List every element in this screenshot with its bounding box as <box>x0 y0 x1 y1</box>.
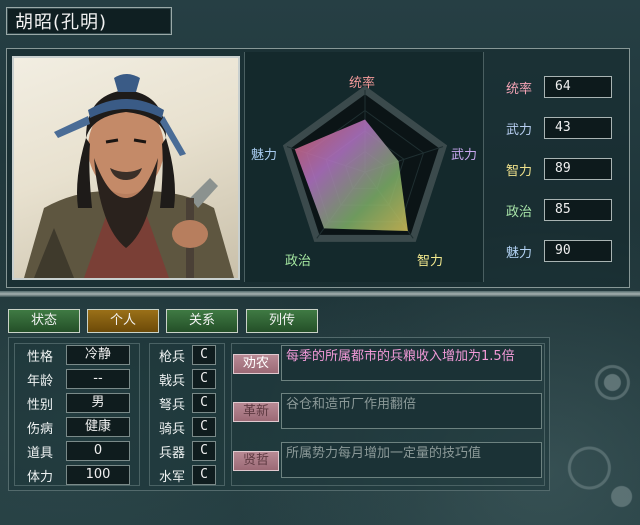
stat-row-intelligence: 智力 89 <box>500 158 612 180</box>
aptitude-row-spear: 枪兵 C <box>152 345 216 365</box>
tab-biography[interactable]: 列传 <box>246 309 318 333</box>
tab-personal[interactable]: 个人 <box>87 309 159 333</box>
stat-label: 智力 <box>505 163 532 179</box>
stat-label: 武力 <box>505 122 532 138</box>
info-value: 冷静 <box>66 345 130 365</box>
decorative-swirl <box>548 335 640 525</box>
aptitude-value: C <box>192 417 216 437</box>
info-value: 健康 <box>66 417 130 437</box>
aptitude-value: C <box>192 465 216 485</box>
officer-name: 胡昭(孔明) <box>6 7 172 35</box>
radar-label-intelligence: 智力 <box>417 254 444 269</box>
stat-row-charm: 魅力 90 <box>500 240 612 262</box>
skill-tag-sage[interactable]: 贤哲 <box>233 451 279 471</box>
stat-label: 魅力 <box>505 245 532 261</box>
info-row-age: 年龄 -- <box>14 369 130 389</box>
info-row-items: 道具 0 <box>14 441 130 461</box>
radar-label-charm: 魅力 <box>251 148 278 163</box>
skill-tag-reform[interactable]: 革新 <box>233 402 279 422</box>
aptitude-row-cavalry: 骑兵 C <box>152 417 216 437</box>
officer-portrait <box>12 56 240 280</box>
info-value: -- <box>66 369 130 389</box>
portrait-illustration <box>24 74 234 278</box>
info-value: 0 <box>66 441 130 461</box>
stat-row-command: 统率 64 <box>500 76 612 98</box>
info-label: 性别 <box>26 397 53 413</box>
info-row-injury: 伤病 健康 <box>14 417 130 437</box>
skill-tag-agriculture[interactable]: 劝农 <box>233 354 279 374</box>
skill-description: 谷仓和造币厂作用翻倍 <box>281 393 542 429</box>
stat-value: 43 <box>544 117 612 139</box>
stat-value: 85 <box>544 199 612 221</box>
stat-label: 统率 <box>505 81 532 97</box>
aptitude-label: 戟兵 <box>158 373 185 389</box>
info-label: 伤病 <box>26 421 53 437</box>
tab-relations[interactable]: 关系 <box>166 309 238 333</box>
info-label: 性格 <box>26 349 53 365</box>
aptitude-value: C <box>192 369 216 389</box>
aptitude-label: 弩兵 <box>158 397 185 413</box>
info-value: 100 <box>66 465 130 485</box>
info-label: 年龄 <box>26 373 53 389</box>
radar-label-politics: 政治 <box>285 254 312 269</box>
aptitude-row-navy: 水军 C <box>152 465 216 485</box>
aptitude-label: 兵器 <box>158 445 185 461</box>
radar-label-war: 武力 <box>451 148 478 163</box>
aptitude-row-siege: 兵器 C <box>152 441 216 461</box>
info-label: 道具 <box>26 445 53 461</box>
info-value: 男 <box>66 393 130 413</box>
aptitude-value: C <box>192 393 216 413</box>
aptitude-label: 骑兵 <box>158 421 185 437</box>
aptitude-row-halberd: 戟兵 C <box>152 369 216 389</box>
radar-label-command: 统率 <box>349 76 376 91</box>
stats-panel: 统率 64 武力 43 智力 89 政治 85 魅力 90 <box>490 52 626 282</box>
aptitude-row-crossbow: 弩兵 C <box>152 393 216 413</box>
skill-description: 每季的所属都市的兵粮收入增加为1.5倍 <box>281 345 542 381</box>
stat-value: 89 <box>544 158 612 180</box>
stat-label: 政治 <box>505 204 532 220</box>
stat-value: 90 <box>544 240 612 262</box>
tab-status[interactable]: 状态 <box>8 309 80 333</box>
skill-description: 所属势力每月增加一定量的技巧值 <box>281 442 542 478</box>
aptitude-value: C <box>192 345 216 365</box>
info-row-gender: 性别 男 <box>14 393 130 413</box>
info-label: 体力 <box>26 469 53 485</box>
stat-row-politics: 政治 85 <box>500 199 612 221</box>
aptitude-value: C <box>192 441 216 461</box>
info-row-personality: 性格 冷静 <box>14 345 130 365</box>
aptitude-label: 枪兵 <box>158 349 185 365</box>
section-divider <box>0 291 640 297</box>
stat-value: 64 <box>544 76 612 98</box>
stat-row-war: 武力 43 <box>500 117 612 139</box>
info-row-stamina: 体力 100 <box>14 465 130 485</box>
aptitude-label: 水军 <box>158 469 185 485</box>
attribute-radar-chart: 统率 武力 智力 政治 魅力 <box>244 52 484 282</box>
